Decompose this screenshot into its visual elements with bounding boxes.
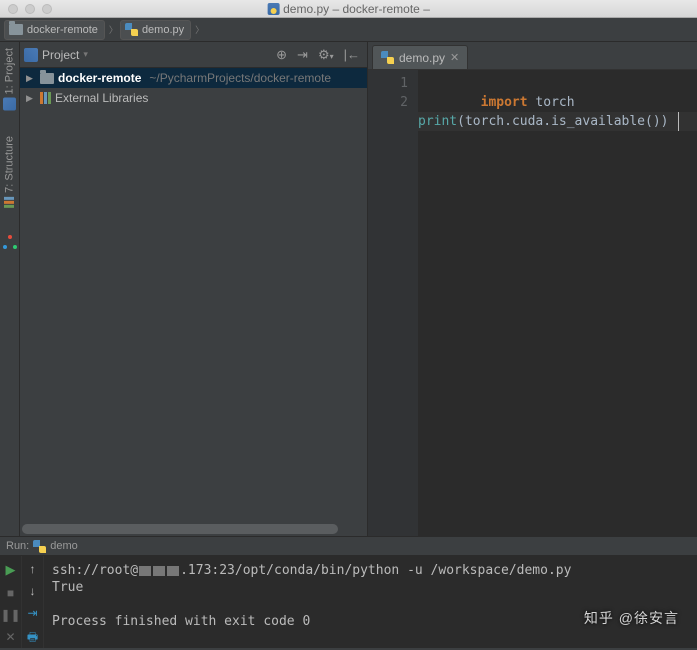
pause-icon[interactable]: ❚❚ [0,608,20,622]
redacted [153,566,165,576]
left-tool-rail: 1: Project 7: Structure [0,42,20,536]
traffic-lights[interactable] [8,4,52,14]
color-dots-icon[interactable] [3,235,17,249]
stop-icon[interactable]: ■ [7,586,14,600]
expand-arrow-icon[interactable]: ▶ [26,93,36,104]
gear-icon[interactable]: ⚙▾ [315,45,337,65]
print-icon[interactable]: 🖶 [27,628,38,649]
structure-tool-tab[interactable]: 7: Structure [1,132,18,213]
run-toolwindow: ▶ ■ ❚❚ ✕ ↑ ↓ ⇥ 🖶 ssh://root@.173:23/opt/… [0,556,697,648]
text-caret [678,112,679,131]
mac-titlebar: demo.py – docker-remote – [0,0,697,18]
window-title: demo.py – docker-remote – [267,2,430,16]
watermark: 知乎 @徐安言 [584,608,679,628]
project-panel-title[interactable]: Project ▾ [24,48,88,62]
close-icon[interactable]: ✕ [5,630,15,644]
run-toolbar-2: ↑ ↓ ⇥ 🖶 [22,556,44,648]
horizontal-scrollbar[interactable] [22,524,365,534]
close-icon[interactable]: ✕ [450,51,459,64]
project-panel: Project ▾ ⊕ ⇥ ⚙▾ |← ▶ docker-remote ~/Py… [20,42,368,536]
project-tool-tab[interactable]: 1: Project [1,44,18,114]
crumb-project[interactable]: docker-remote [4,20,105,40]
python-icon [33,540,46,553]
line-gutter: 1 2 [368,70,418,536]
project-tree[interactable]: ▶ docker-remote ~/PycharmProjects/docker… [20,68,367,536]
rerun-icon[interactable]: ▶ [6,562,16,578]
tree-external-libs[interactable]: ▶ External Libraries [20,88,367,108]
locate-icon[interactable]: ⊕ [273,45,290,65]
crumb-file[interactable]: demo.py [120,20,191,40]
console-output[interactable]: ssh://root@.173:23/opt/conda/bin/python … [44,556,697,648]
folder-icon [9,24,23,35]
run-toolwindow-header[interactable]: Run: demo [0,536,697,556]
chevron-right-icon: 〉 [109,23,118,36]
soft-wrap-icon[interactable]: ⇥ [27,606,37,620]
chevron-down-icon: ▾ [83,49,88,60]
down-icon[interactable]: ↓ [30,584,36,598]
folder-icon [40,73,54,84]
run-toolbar-left: ▶ ■ ❚❚ ✕ [0,556,22,648]
hide-icon[interactable]: |← [341,45,363,64]
structure-icon [3,196,16,209]
python-icon [125,23,138,36]
up-icon[interactable]: ↑ [30,562,36,576]
collapse-icon[interactable]: ⇥ [294,45,311,65]
project-panel-header: Project ▾ ⊕ ⇥ ⚙▾ |← [20,42,367,68]
redacted [139,566,151,576]
code-editor[interactable]: 1 2 import torch print(torch.cuda.is_ava… [368,70,697,536]
chevron-right-icon: 〉 [195,23,204,36]
editor-area: demo.py ✕ 1 2 import torch print(torch.c… [368,42,697,536]
python-file-icon [267,3,279,15]
editor-tab-demo[interactable]: demo.py ✕ [372,45,468,69]
expand-arrow-icon[interactable]: ▶ [26,73,36,84]
libraries-icon [40,92,51,104]
project-icon [3,97,16,110]
redacted [167,566,179,576]
project-icon [24,48,38,62]
breadcrumb-bar: docker-remote 〉 demo.py 〉 [0,18,697,42]
tree-root-row[interactable]: ▶ docker-remote ~/PycharmProjects/docker… [20,68,367,88]
python-icon [381,51,394,64]
editor-tabs: demo.py ✕ [368,42,697,70]
